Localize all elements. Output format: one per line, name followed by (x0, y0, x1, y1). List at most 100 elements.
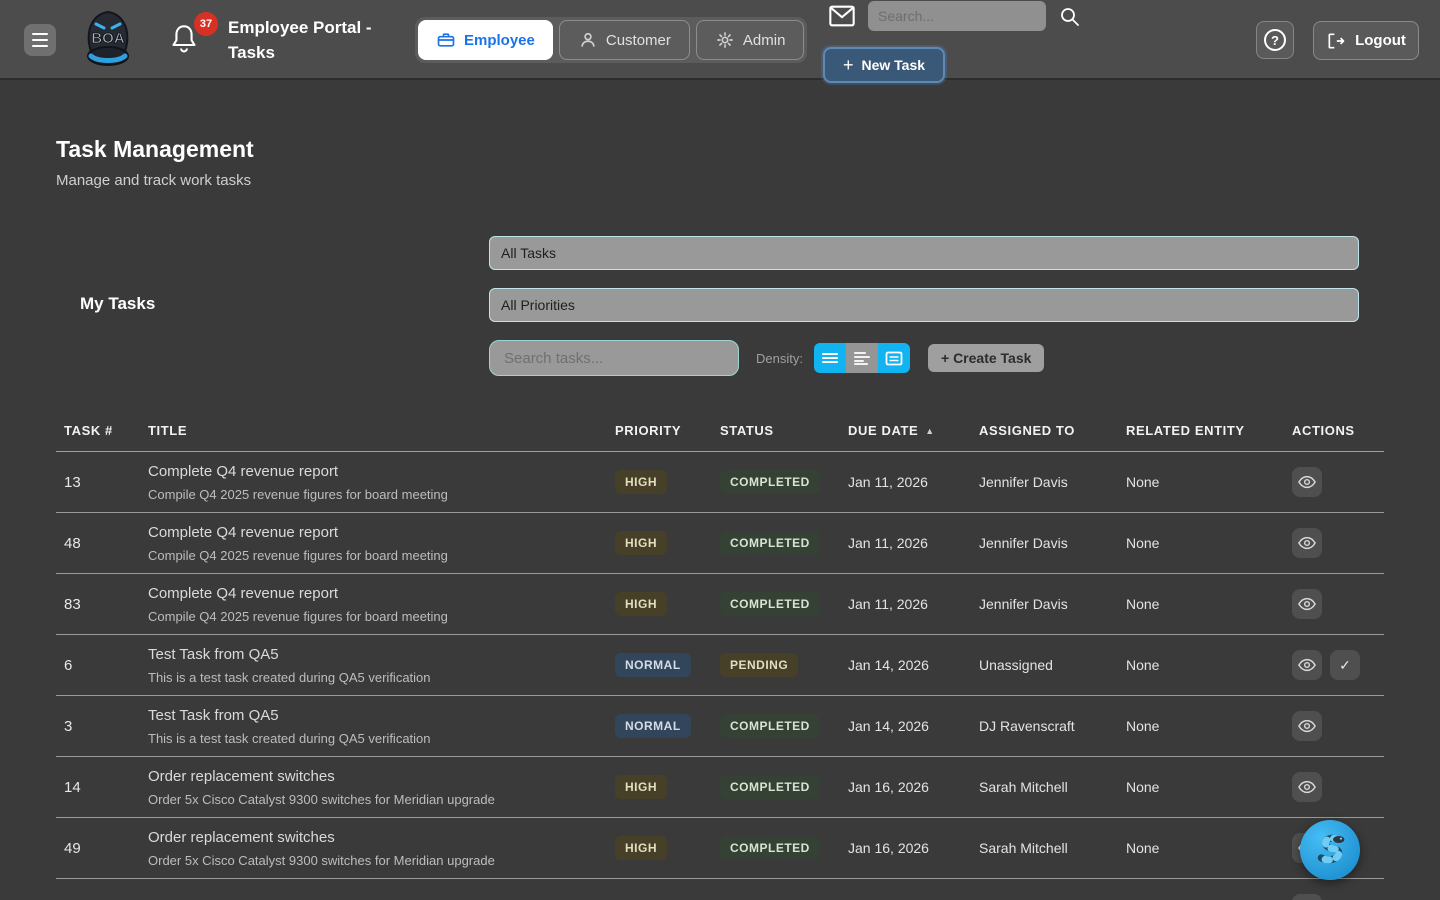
status-badge: PENDING (720, 653, 798, 677)
column-header-assigned-to[interactable]: ASSIGNED TO (979, 423, 1126, 438)
task-title-cell: Test Task from QA5This is a test task cr… (148, 707, 615, 746)
tasks-table: TASK #TITLEPRIORITYSTATUSDUE DATE▲ASSIGN… (56, 410, 1384, 900)
envelope-icon[interactable] (828, 4, 856, 28)
table-row: 13Complete Q4 revenue reportCompile Q4 2… (56, 452, 1384, 513)
related-entity: None (1126, 535, 1292, 551)
new-task-button[interactable]: + New Task (823, 47, 945, 83)
priority-cell: NORMAL (615, 653, 720, 677)
density-compact-button[interactable] (814, 343, 846, 373)
table-row: 3Test Task from QA5This is a test task c… (56, 696, 1384, 757)
global-search-input[interactable] (868, 1, 1046, 31)
status-cell: COMPLETED (720, 592, 848, 616)
table-row: 14Order replacement switchesOrder 5x Cis… (56, 757, 1384, 818)
density-comfortable-button[interactable] (846, 343, 878, 373)
sort-asc-icon: ▲ (925, 426, 935, 436)
task-number: 14 (64, 779, 148, 796)
view-task-button[interactable] (1292, 589, 1322, 619)
column-header-title[interactable]: TITLE (148, 423, 615, 438)
column-header-related-entity[interactable]: RELATED ENTITY (1126, 423, 1292, 438)
view-task-button[interactable] (1292, 528, 1322, 558)
task-description: This is a test task created during QA5 v… (148, 731, 615, 746)
actions-cell (1292, 589, 1384, 619)
view-task-button[interactable] (1292, 467, 1322, 497)
task-filter-select[interactable]: All Tasks (489, 236, 1359, 270)
person-icon (578, 30, 598, 50)
column-header-task-[interactable]: TASK # (64, 423, 148, 438)
task-description: Order 5x Cisco Catalyst 9300 switches fo… (148, 792, 615, 807)
portal-tab-group: Employee Customer Admin (415, 17, 807, 63)
related-entity: None (1126, 596, 1292, 612)
top-header: BOA 37 Employee Portal - Tasks Employee … (0, 0, 1440, 80)
boa-logo: BOA (82, 10, 134, 70)
status-badge: COMPLETED (720, 592, 820, 616)
density-expanded-button[interactable] (878, 343, 910, 373)
menu-button[interactable] (24, 24, 56, 56)
column-header-status[interactable]: STATUS (720, 423, 848, 438)
task-number: 48 (64, 535, 148, 552)
snake-icon (1309, 829, 1351, 871)
task-title-cell: Order replacement switchesOrder 5x Cisco… (148, 768, 615, 807)
table-row: 49Order replacement switchesOrder 5x Cis… (56, 818, 1384, 879)
task-title: Complete Q4 revenue report (148, 585, 615, 602)
eye-icon (1298, 475, 1316, 489)
actions-cell (1292, 711, 1384, 741)
status-badge: COMPLETED (720, 775, 820, 799)
priority-filter-select[interactable]: All Priorities (489, 288, 1359, 322)
due-date: Jan 14, 2026 (848, 657, 979, 673)
status-badge: COMPLETED (720, 531, 820, 555)
table-body: 13Complete Q4 revenue reportCompile Q4 2… (56, 452, 1384, 900)
view-task-button[interactable] (1292, 894, 1322, 900)
related-entity: None (1126, 657, 1292, 673)
create-task-button[interactable]: + Create Task (928, 344, 1044, 372)
assigned-to: DJ Ravenscraft (979, 718, 1126, 734)
table-row: 6Test Task from QA5This is a test task c… (56, 635, 1384, 696)
task-title-cell: Test Task from QA5This is a test task cr… (148, 646, 615, 685)
assigned-to: Jennifer Davis (979, 535, 1126, 551)
view-task-button[interactable] (1292, 772, 1322, 802)
task-number: 83 (64, 596, 148, 613)
magnifier-icon[interactable] (1058, 5, 1082, 29)
status-badge: COMPLETED (720, 714, 820, 738)
task-description: Compile Q4 2025 revenue figures for boar… (148, 487, 615, 502)
assigned-to: Sarah Mitchell (979, 840, 1126, 856)
tab-admin[interactable]: Admin (696, 20, 805, 60)
status-cell: PENDING (720, 653, 848, 677)
notifications-button[interactable]: 37 (170, 22, 214, 62)
column-header-priority[interactable]: PRIORITY (615, 423, 720, 438)
tab-employee[interactable]: Employee (418, 20, 553, 60)
task-number: 13 (64, 474, 148, 491)
eye-icon (1298, 780, 1316, 794)
complete-task-button[interactable]: ✓ (1330, 650, 1360, 680)
column-header-actions[interactable]: ACTIONS (1292, 423, 1384, 438)
eye-icon (1298, 597, 1316, 611)
notification-badge: 37 (194, 12, 218, 36)
related-entity: None (1126, 474, 1292, 490)
logout-button[interactable]: Logout (1313, 21, 1419, 60)
priority-badge: HIGH (615, 470, 667, 494)
due-date: Jan 16, 2026 (848, 840, 979, 856)
related-entity: None (1126, 718, 1292, 734)
view-task-button[interactable] (1292, 650, 1322, 680)
assistant-snake-button[interactable] (1300, 820, 1360, 880)
eye-icon (1298, 719, 1316, 733)
assigned-to: Jennifer Davis (979, 474, 1126, 490)
due-date: Jan 11, 2026 (848, 596, 979, 612)
page-subtitle: Manage and track work tasks (56, 172, 251, 189)
task-title-cell: Order replacement switchesOrder 5x Cisco… (148, 829, 615, 868)
priority-badge: HIGH (615, 592, 667, 616)
task-title: Order replacement switches (148, 829, 615, 846)
task-number: 6 (64, 657, 148, 674)
section-title: My Tasks (80, 294, 155, 314)
density-label: Density: (756, 351, 803, 366)
eye-icon (1298, 658, 1316, 672)
tab-customer[interactable]: Customer (559, 20, 690, 60)
due-date: Jan 16, 2026 (848, 779, 979, 795)
assigned-to: Unassigned (979, 657, 1126, 673)
tasks-search-input[interactable] (489, 340, 739, 376)
view-task-button[interactable] (1292, 711, 1322, 741)
priority-badge: NORMAL (615, 653, 691, 677)
help-button[interactable]: ? (1256, 21, 1294, 59)
card-view-icon (885, 351, 903, 366)
column-header-due-date[interactable]: DUE DATE▲ (848, 423, 979, 438)
task-title-cell: Complete Q4 revenue reportCompile Q4 202… (148, 463, 615, 502)
